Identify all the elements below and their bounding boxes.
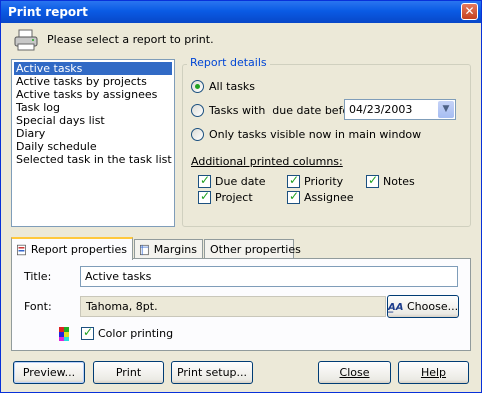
close-button-label: Close (339, 366, 370, 379)
help-button-label: Help (420, 366, 447, 379)
additional-columns-label: Additional printed columns: (191, 155, 343, 168)
print-setup-button-label: Print setup... (176, 366, 248, 379)
report-item-special-days[interactable]: Special days list (14, 114, 172, 127)
choose-font-button[interactable]: A̲A Choose... (387, 295, 459, 318)
report-item-selected-task[interactable]: Selected task in the task list (14, 153, 172, 166)
checkbox[interactable] (81, 325, 94, 340)
checkbox[interactable] (287, 173, 300, 188)
checkbox[interactable] (287, 189, 300, 204)
report-item-daily-schedule[interactable]: Daily schedule (14, 140, 172, 153)
report-item-active-tasks[interactable]: Active tasks (14, 62, 172, 75)
tab-other-properties-label: Other properties (210, 243, 301, 256)
checkbox-due-date[interactable]: Due date (198, 173, 266, 188)
checkbox-color-printing[interactable]: Color printing (81, 325, 174, 340)
font-value: Tahoma, 8pt. (86, 300, 158, 313)
radio-button[interactable] (191, 104, 204, 117)
print-setup-button[interactable]: Print setup... (171, 361, 253, 384)
report-item-diary[interactable]: Diary (14, 127, 172, 140)
chevron-down-icon[interactable]: ▼ (438, 101, 454, 118)
help-button[interactable]: Help (398, 361, 469, 384)
radio-due-before[interactable]: Tasks with due date before (191, 104, 360, 117)
tab-margins[interactable]: Margins (134, 239, 203, 259)
checkbox-priority[interactable]: Priority (287, 173, 344, 188)
print-button-label: Print (115, 366, 142, 379)
report-details-legend: Report details (187, 56, 270, 69)
print-report-dialog: Print report ✕ Please select a report to… (0, 0, 482, 393)
checkbox-priority-label: Priority (304, 175, 344, 188)
prompt-text: Please select a report to print. (47, 33, 214, 46)
checkbox-project-label: Project (215, 191, 253, 204)
checkbox-project[interactable]: Project (198, 189, 253, 204)
preview-button[interactable]: Preview... (13, 361, 85, 384)
checkbox[interactable] (198, 173, 211, 188)
radio-visible-only[interactable]: Only tasks visible now in main window (191, 128, 421, 141)
title-input-value: Active tasks (85, 270, 152, 283)
report-item-task-log[interactable]: Task log (14, 101, 172, 114)
checkbox[interactable] (366, 173, 379, 188)
radio-all-tasks-label: All tasks (209, 80, 256, 93)
preview-button-label: Preview... (22, 366, 76, 379)
checkbox[interactable] (198, 189, 211, 204)
radio-all-tasks[interactable]: All tasks (191, 80, 255, 93)
report-item-by-assignees[interactable]: Active tasks by assignees (14, 88, 172, 101)
checkbox-notes-label: Notes (383, 175, 415, 188)
checkbox-notes[interactable]: Notes (366, 173, 415, 188)
font-label: Font: (24, 300, 52, 313)
color-printing-label: Color printing (98, 327, 174, 340)
checkbox-assignee[interactable]: Assignee (287, 189, 354, 204)
report-list[interactable]: Active tasks Active tasks by projects Ac… (11, 59, 175, 227)
choose-font-label: Choose... (406, 300, 459, 313)
window-title: Print report (8, 5, 88, 19)
tab-report-properties-label: Report properties (30, 243, 127, 256)
margins-icon (140, 244, 149, 255)
radio-button[interactable] (191, 80, 204, 93)
tab-other-properties[interactable]: Other properties (204, 239, 301, 259)
radio-due-before-label: Tasks with due date before (209, 104, 361, 117)
title-bar: Print report ✕ (1, 1, 481, 23)
due-date-value: 04/23/2003 (349, 103, 413, 116)
print-button[interactable]: Print (93, 361, 164, 384)
font-display: Tahoma, 8pt. (80, 296, 386, 317)
tab-margins-label: Margins (153, 243, 197, 256)
radio-visible-only-label: Only tasks visible now in main window (209, 128, 422, 141)
checkbox-assignee-label: Assignee (304, 191, 354, 204)
report-icon (17, 244, 26, 255)
close-button[interactable]: Close (318, 361, 391, 384)
title-label: Title: (24, 270, 52, 283)
due-date-picker[interactable]: 04/23/2003 ▼ (344, 99, 456, 120)
checkbox-due-date-label: Due date (215, 175, 266, 188)
report-item-by-projects[interactable]: Active tasks by projects (14, 75, 172, 88)
close-window-button[interactable]: ✕ (461, 3, 478, 20)
font-icon: A̲A (388, 302, 404, 313)
radio-button[interactable] (191, 128, 204, 141)
color-palette-icon (59, 327, 69, 341)
tab-report-properties[interactable]: Report properties (11, 237, 133, 260)
title-input[interactable]: Active tasks (80, 266, 458, 287)
printer-icon (14, 29, 38, 51)
